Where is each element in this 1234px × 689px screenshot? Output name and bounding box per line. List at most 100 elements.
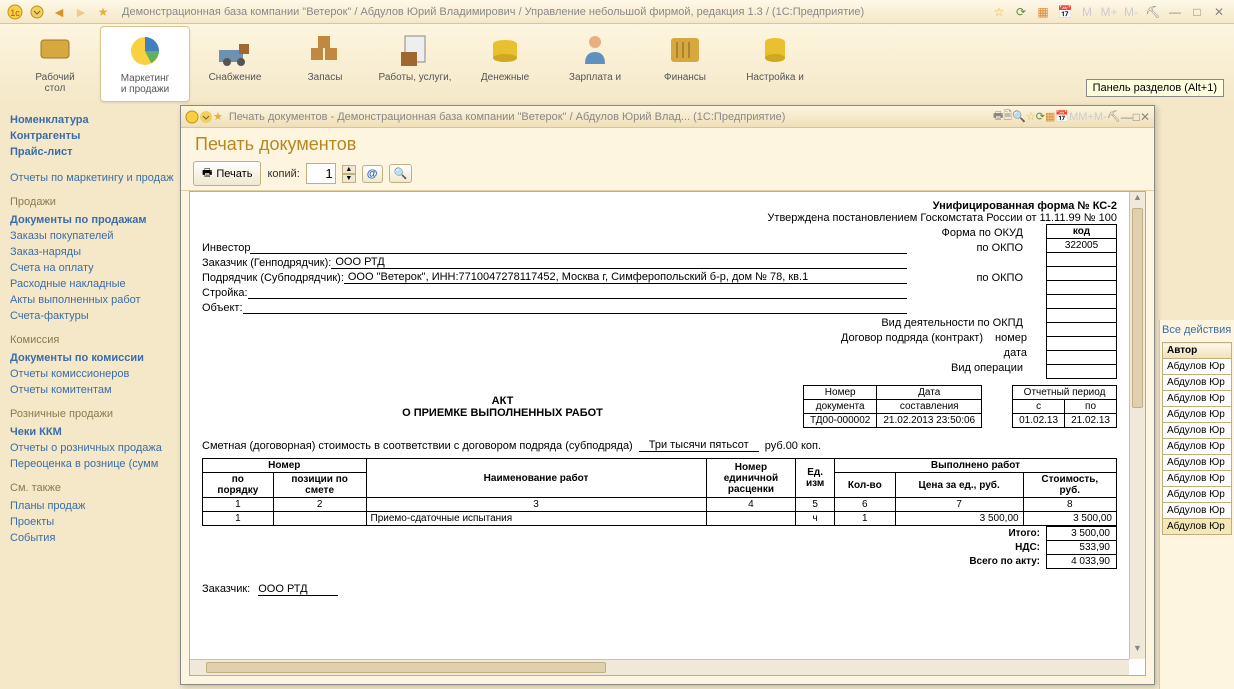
nav-retail-reports[interactable]: Отчеты о розничных продажа bbox=[10, 440, 190, 456]
sub-search-icon[interactable]: 🔍 bbox=[1012, 110, 1026, 123]
nav-factura[interactable]: Счета-фактуры bbox=[10, 308, 190, 324]
nav-committent-reports[interactable]: Отчеты комитентам bbox=[10, 382, 190, 398]
copies-up[interactable]: ▲ bbox=[342, 165, 356, 174]
table-row: 1 Приемо-сдаточные испытания ч 1 3 500,0… bbox=[203, 512, 1117, 526]
copies-down[interactable]: ▼ bbox=[342, 174, 356, 183]
nav-outbound[interactable]: Расходные накладные bbox=[10, 276, 190, 292]
nav-commission-docs[interactable]: Документы по комиссии bbox=[10, 350, 190, 366]
nav-projects[interactable]: Проекты bbox=[10, 514, 190, 530]
table-row[interactable]: Абдулов Юр bbox=[1163, 375, 1232, 391]
sub-mplus-icon[interactable]: M+ bbox=[1078, 111, 1094, 123]
docnum-table: НомерДата документасоставления ТД00-0000… bbox=[803, 385, 982, 428]
scroll-thumb-h[interactable] bbox=[206, 662, 606, 673]
document-scroll[interactable]: Унифицированная форма № КС-2 Утверждена … bbox=[190, 192, 1129, 659]
favorite-add-icon[interactable]: ☆ bbox=[990, 3, 1008, 21]
sub-calendar-icon[interactable]: 📅 bbox=[1055, 110, 1069, 123]
section-settings[interactable]: Настройка и bbox=[730, 26, 820, 102]
table-row[interactable]: Абдулов Юр bbox=[1163, 423, 1232, 439]
scroll-up-icon[interactable]: ▲ bbox=[1130, 192, 1145, 208]
nav-sales-docs[interactable]: Документы по продажам bbox=[10, 212, 190, 228]
svg-text:1c: 1c bbox=[10, 8, 20, 18]
section-works[interactable]: Работы, услуги, bbox=[370, 26, 460, 102]
section-supply[interactable]: Снабжение bbox=[190, 26, 280, 102]
scroll-thumb-v[interactable] bbox=[1132, 208, 1143, 408]
calendar-icon[interactable]: 📅 bbox=[1056, 3, 1074, 21]
scrollbar-vertical[interactable]: ▲ ▼ bbox=[1129, 192, 1145, 659]
nav-invoices[interactable]: Счета на оплату bbox=[10, 260, 190, 276]
sub-tools-icon[interactable]: ⛏ bbox=[1107, 110, 1121, 123]
scroll-down-icon[interactable]: ▼ bbox=[1130, 643, 1145, 659]
nav-fwd-icon[interactable]: ► bbox=[72, 3, 90, 21]
sub-dropdown-icon[interactable] bbox=[199, 110, 213, 124]
m-plus-icon[interactable]: M+ bbox=[1100, 3, 1118, 21]
sub-minimize-icon[interactable]: — bbox=[1121, 110, 1133, 124]
nav-retail-reval[interactable]: Переоценка в рознице (сумм bbox=[10, 456, 190, 472]
zoom-button[interactable]: 🔍 bbox=[389, 164, 413, 183]
nav-buyer-orders[interactable]: Заказы покупателей bbox=[10, 228, 190, 244]
m-minus-icon[interactable]: M- bbox=[1122, 3, 1140, 21]
section-salary[interactable]: Зарплата и bbox=[550, 26, 640, 102]
dropdown-icon[interactable] bbox=[28, 3, 46, 21]
table-row[interactable]: Абдулов Юр bbox=[1163, 455, 1232, 471]
section-money[interactable]: Денежные bbox=[460, 26, 550, 102]
nav-acts[interactable]: Акты выполненных работ bbox=[10, 292, 190, 308]
table-row[interactable]: Абдулов Юр bbox=[1163, 519, 1232, 535]
sub-star-icon[interactable]: ★ bbox=[213, 110, 223, 123]
sub-close-icon[interactable]: ✕ bbox=[1140, 110, 1150, 124]
authors-table: Автор Абдулов Юр Абдулов Юр Абдулов Юр А… bbox=[1162, 342, 1232, 535]
calculator-icon[interactable]: ▦ bbox=[1034, 3, 1052, 21]
section-stock[interactable]: Запасы bbox=[280, 26, 370, 102]
close-icon[interactable]: ✕ bbox=[1210, 3, 1228, 21]
section-desktop[interactable]: Рабочийстол bbox=[10, 26, 100, 102]
okud-label: Форма по ОКУД bbox=[907, 227, 1027, 239]
nav-back-icon[interactable]: ◄ bbox=[50, 3, 68, 21]
podryadchik-label: Подрядчик (Субподрядчик): bbox=[202, 272, 344, 284]
sub-calc-icon[interactable]: ▦ bbox=[1045, 110, 1055, 123]
section-finance[interactable]: Финансы bbox=[640, 26, 730, 102]
sub-history-icon[interactable]: ⟳ bbox=[1036, 110, 1045, 123]
history-icon[interactable]: ⟳ bbox=[1012, 3, 1030, 21]
table-row[interactable]: Абдулов Юр bbox=[1163, 471, 1232, 487]
nav-pricelist[interactable]: Прайс-лист bbox=[10, 144, 190, 160]
sub-mminus-icon[interactable]: M- bbox=[1094, 111, 1107, 123]
table-row[interactable]: Абдулов Юр bbox=[1163, 359, 1232, 375]
table-row[interactable]: Абдулов Юр bbox=[1163, 391, 1232, 407]
sub-fav-icon[interactable]: ☆ bbox=[1026, 110, 1036, 123]
nomer-label: номер bbox=[987, 332, 1027, 344]
all-actions-link[interactable]: Все действия bbox=[1162, 324, 1232, 336]
sub-print-icon[interactable]: 🖶 bbox=[993, 107, 1003, 126]
tools-icon[interactable]: ⛏ bbox=[1144, 3, 1162, 21]
nav-nomenclature[interactable]: Номенклатура bbox=[10, 112, 190, 128]
main-titlebar: 1c ◄ ► ★ Демонстрационная база компании … bbox=[0, 0, 1234, 24]
nav-work-orders[interactable]: Заказ-наряды bbox=[10, 244, 190, 260]
nav-commissioner-reports[interactable]: Отчеты комиссионеров bbox=[10, 366, 190, 382]
copies-label: копий: bbox=[267, 168, 299, 180]
nav-sales-plans[interactable]: Планы продаж bbox=[10, 498, 190, 514]
section-marketing[interactable]: Маркетинги продажи bbox=[100, 26, 190, 102]
sub-maximize-icon[interactable]: □ bbox=[1133, 110, 1140, 124]
copies-input[interactable] bbox=[306, 163, 336, 184]
nav-kkm[interactable]: Чеки ККМ bbox=[10, 424, 190, 440]
sub-preview-icon[interactable]: 🗎 bbox=[1003, 107, 1012, 126]
table-row[interactable]: Абдулов Юр bbox=[1163, 487, 1232, 503]
sub-m-icon[interactable]: M bbox=[1069, 111, 1078, 123]
stroyka-value bbox=[248, 298, 907, 299]
table-row[interactable]: Абдулов Юр bbox=[1163, 439, 1232, 455]
document-area: Унифицированная форма № КС-2 Утверждена … bbox=[189, 191, 1146, 676]
nav-reports-marketing[interactable]: Отчеты по маркетингу и продаж bbox=[10, 170, 190, 186]
table-row[interactable]: Абдулов Юр bbox=[1163, 407, 1232, 423]
print-button[interactable]: 🖶Печать bbox=[193, 161, 261, 186]
author-header[interactable]: Автор bbox=[1163, 343, 1232, 359]
maximize-icon[interactable]: □ bbox=[1188, 3, 1206, 21]
nav-group-commission: Комиссия bbox=[10, 334, 190, 346]
sub-header-title: Печать документов bbox=[195, 134, 1140, 155]
table-row[interactable]: Абдулов Юр bbox=[1163, 503, 1232, 519]
minimize-icon[interactable]: — bbox=[1166, 3, 1184, 21]
m-icon[interactable]: M bbox=[1078, 3, 1096, 21]
email-button[interactable]: @ bbox=[362, 165, 383, 183]
scrollbar-horizontal[interactable] bbox=[190, 659, 1129, 675]
nav-contragents[interactable]: Контрагенты bbox=[10, 128, 190, 144]
favorites-icon[interactable]: ★ bbox=[94, 3, 112, 21]
period-from: 01.02.13 bbox=[1013, 414, 1065, 428]
nav-events[interactable]: События bbox=[10, 530, 190, 546]
